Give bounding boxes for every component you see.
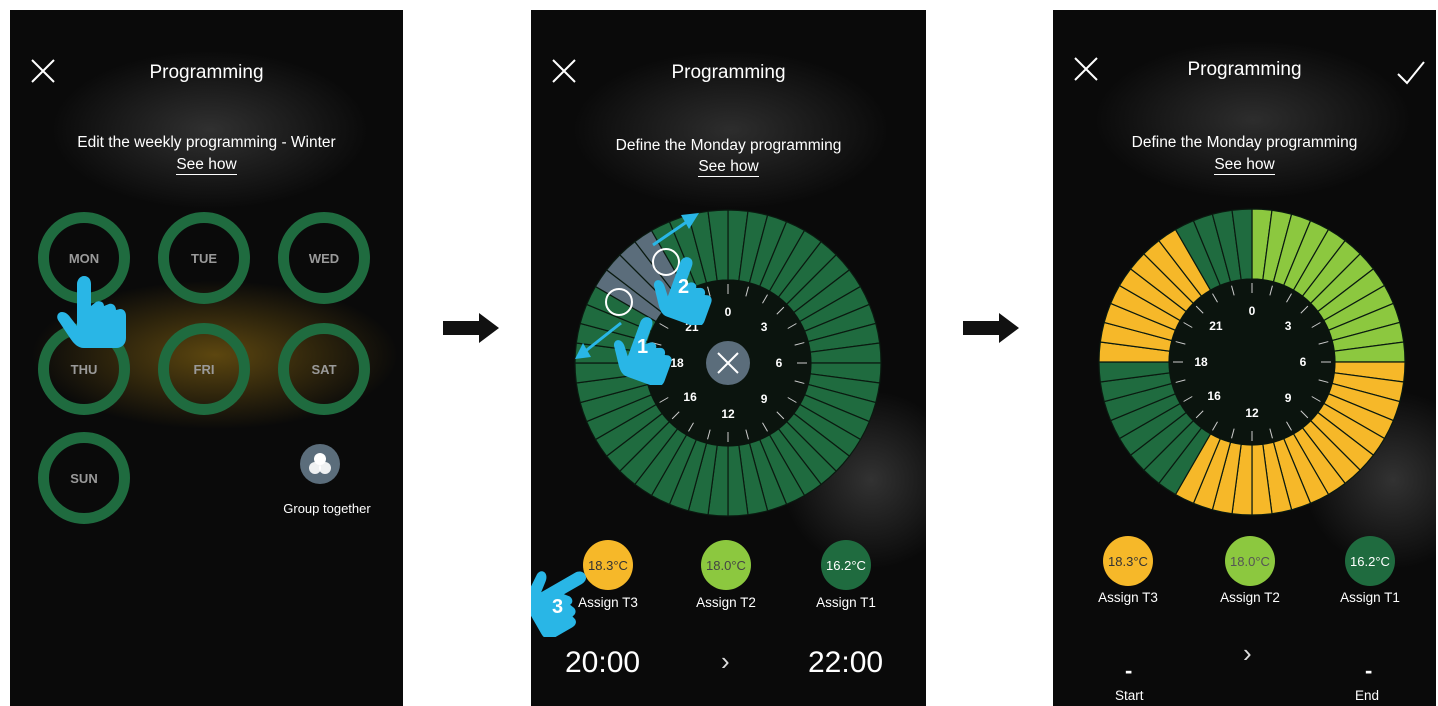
page-title: Programming <box>1187 59 1302 80</box>
temp-t1-button[interactable]: 16.2°C <box>821 540 871 590</box>
end-value[interactable]: - <box>1365 658 1372 684</box>
step-badge-3: 3 <box>552 596 564 618</box>
see-how-link[interactable]: See how <box>1053 156 1436 175</box>
arrow-right-icon <box>963 313 1019 348</box>
temp-t1-button[interactable]: 16.2°C <box>1345 536 1395 586</box>
hand-pointer-icon <box>531 562 598 642</box>
assign-t2-label: Assign T2 <box>696 595 756 610</box>
hour-label: 6 <box>1300 355 1307 369</box>
hour-label: 21 <box>1209 319 1223 333</box>
screen-monday-programming-edit: Programming Define the Monday programmin… <box>531 10 926 706</box>
start-value[interactable]: - <box>1125 658 1132 684</box>
page-title: Programming <box>671 62 786 83</box>
screen-monday-programming-result: Programming Define the Monday programmin… <box>1053 10 1436 706</box>
screen-weekly-programming: Programming Edit the weekly programming … <box>10 10 403 706</box>
page-subtitle: Define the Monday programming <box>1131 134 1358 151</box>
hour-label: 18 <box>1194 355 1208 369</box>
hour-label: 12 <box>721 407 735 421</box>
temp-t2-button[interactable]: 18.0°C <box>701 540 751 590</box>
day-schedule-wheel[interactable]: 0 3 6 9 12 16 18 21 <box>1097 207 1407 517</box>
hour-label: 0 <box>725 305 732 319</box>
assign-t3-label: Assign T3 <box>1098 590 1158 605</box>
page-subtitle: Define the Monday programming <box>615 137 842 154</box>
end-time[interactable]: 22:00 <box>808 646 883 680</box>
hour-label: 9 <box>761 392 768 406</box>
temp-t2-button[interactable]: 18.0°C <box>1225 536 1275 586</box>
day-sat[interactable]: SAT <box>278 323 370 415</box>
hour-label: 3 <box>761 320 768 334</box>
hour-label: 6 <box>776 356 783 370</box>
day-fri[interactable]: FRI <box>158 323 250 415</box>
hour-label: 12 <box>1245 406 1259 420</box>
hour-label: 16 <box>683 390 697 404</box>
temp-t3-button[interactable]: 18.3°C <box>1103 536 1153 586</box>
assign-t2-label: Assign T2 <box>1220 590 1280 605</box>
step-badge-1: 1 <box>637 336 649 358</box>
step-badge-2: 2 <box>678 276 690 298</box>
page-title: Programming <box>149 62 264 83</box>
group-together-button[interactable] <box>300 444 340 484</box>
see-how-link[interactable]: See how <box>531 158 926 177</box>
hour-label: 9 <box>1285 391 1292 405</box>
chevron-right-icon: › <box>721 646 730 676</box>
end-label: End <box>1355 688 1380 703</box>
assign-t1-label: Assign T1 <box>1340 590 1400 605</box>
hour-label: 3 <box>1285 319 1292 333</box>
day-wed[interactable]: WED <box>278 212 370 304</box>
hand-pointer-icon <box>54 272 134 357</box>
page-subtitle: Edit the weekly programming - Winter <box>77 134 336 151</box>
hour-label: 16 <box>1207 389 1221 403</box>
day-sun[interactable]: SUN <box>38 432 130 524</box>
day-tue[interactable]: TUE <box>158 212 250 304</box>
see-how-link[interactable]: See how <box>10 156 403 175</box>
start-label: Start <box>1115 688 1144 703</box>
hour-label: 0 <box>1249 304 1256 318</box>
assign-t1-label: Assign T1 <box>816 595 876 610</box>
group-icon <box>309 453 331 474</box>
group-together-label: Group together <box>283 501 371 516</box>
check-icon[interactable] <box>1396 60 1426 86</box>
chevron-right-icon: › <box>1243 638 1252 668</box>
arrow-right-icon <box>443 313 499 348</box>
start-time[interactable]: 20:00 <box>565 646 640 680</box>
